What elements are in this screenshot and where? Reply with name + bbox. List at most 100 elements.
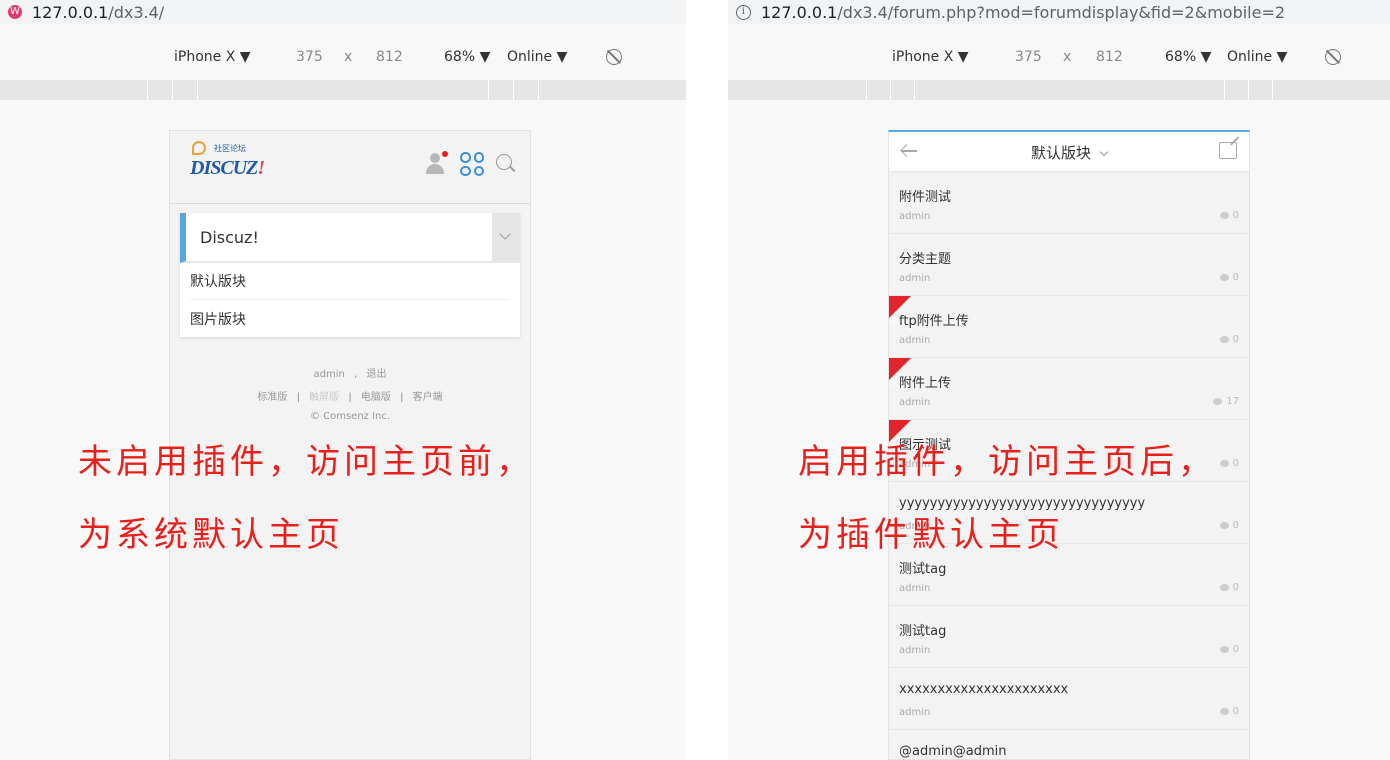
annotation-after-line2: 为插件默认主页 bbox=[798, 515, 1064, 555]
thread-reply-count: 0 bbox=[1219, 458, 1239, 469]
footer-user-line: admin , 退出 bbox=[313, 369, 387, 380]
thread-author[interactable]: admin bbox=[899, 211, 930, 222]
forum-group-label: Discuz! bbox=[200, 227, 259, 247]
thread-row[interactable]: xxxxxxxxxxxxxxxxxxxxxx admin 0 bbox=[889, 668, 1249, 730]
address-bar-right[interactable]: i 127.0.0.1/dx3.4/forum.php?mod=forumdis… bbox=[728, 0, 1390, 24]
url-path: /dx3.4/ bbox=[108, 2, 165, 22]
thread-row[interactable]: 分类主题 admin 0 bbox=[889, 234, 1249, 296]
thread-title[interactable]: 分类主题 bbox=[899, 248, 951, 267]
link-client[interactable]: 客户端 bbox=[413, 392, 443, 403]
thread-author[interactable]: admin bbox=[899, 583, 930, 594]
device-toolbar-right: iPhone X ▼ 375 x 812 68% ▼ Online ▼ bbox=[728, 40, 1390, 74]
footer-username[interactable]: admin bbox=[314, 369, 345, 380]
menu-item-image-forum[interactable]: 图片版块 bbox=[190, 300, 510, 337]
dimension-x: x bbox=[1063, 49, 1072, 65]
logo-en-text: DISCUZ! bbox=[190, 157, 265, 179]
dimension-x: x bbox=[344, 49, 353, 65]
device-width[interactable]: 375 bbox=[296, 49, 323, 65]
comment-icon bbox=[1219, 336, 1229, 343]
device-select[interactable]: iPhone X ▼ bbox=[892, 49, 969, 65]
address-bar-left[interactable]: W 127.0.0.1/dx3.4/ bbox=[0, 0, 686, 24]
thread-author[interactable]: admin bbox=[899, 273, 930, 284]
thread-title[interactable]: 附件测试 bbox=[899, 186, 951, 205]
thread-author[interactable]: admin bbox=[899, 397, 930, 408]
url-host: 127.0.0.1 bbox=[761, 2, 838, 22]
new-post-edit-icon[interactable] bbox=[1219, 142, 1237, 159]
zoom-select[interactable]: 68% ▼ bbox=[1165, 49, 1211, 65]
device-select[interactable]: iPhone X ▼ bbox=[174, 49, 251, 65]
right-browser-pane: i 127.0.0.1/dx3.4/forum.php?mod=forumdis… bbox=[728, 0, 1390, 760]
comment-icon bbox=[1219, 522, 1229, 529]
device-toolbar-left: iPhone X ▼ 375 x 812 68% ▼ Online ▼ bbox=[0, 40, 686, 74]
forum-title[interactable]: 默认版块 bbox=[889, 142, 1249, 163]
thread-reply-count: 0 bbox=[1219, 520, 1239, 531]
thread-title[interactable]: 测试tag bbox=[899, 620, 946, 639]
forum-topbar: 默认版块 bbox=[889, 132, 1249, 172]
forum-dropdown-menu: Discuz! 默认版块 图片版块 bbox=[180, 213, 520, 337]
url-host: 127.0.0.1 bbox=[32, 2, 109, 22]
thread-row[interactable]: 附件测试 admin 0 bbox=[889, 172, 1249, 234]
footer-version-links: 标准版 | 触屏版 | 电脑版 | 客户端 bbox=[257, 392, 443, 403]
thread-title[interactable]: xxxxxxxxxxxxxxxxxxxxxx bbox=[899, 682, 1068, 697]
thread-title[interactable]: 附件上传 bbox=[899, 372, 951, 391]
link-standard[interactable]: 标准版 bbox=[257, 392, 287, 403]
thread-reply-count: 0 bbox=[1219, 272, 1239, 283]
thread-author[interactable]: admin bbox=[899, 645, 930, 656]
comment-icon bbox=[1219, 460, 1229, 467]
left-browser-pane: W 127.0.0.1/dx3.4/ iPhone X ▼ 375 x 812 … bbox=[0, 0, 686, 760]
network-select[interactable]: Online ▼ bbox=[1227, 49, 1287, 65]
thread-title[interactable]: yyyyyyyyyyyyyyyyyyyyyyyyyyyyyyyy bbox=[899, 496, 1145, 511]
footer-copyright: © Comsenz Inc. bbox=[309, 411, 391, 422]
discuz-logo[interactable]: 社区论坛 DISCUZ! bbox=[188, 141, 278, 181]
thread-reply-count: 0 bbox=[1219, 334, 1239, 345]
thread-title[interactable]: @admin@admin bbox=[899, 744, 1006, 759]
device-width[interactable]: 375 bbox=[1015, 49, 1042, 65]
comment-icon bbox=[1219, 708, 1229, 715]
header-divider bbox=[170, 203, 530, 204]
thread-reply-count: 0 bbox=[1219, 582, 1239, 593]
site-favicon-icon: W bbox=[8, 5, 22, 19]
thread-row[interactable]: 图 ftp附件上传 admin 0 bbox=[889, 296, 1249, 358]
search-icon[interactable] bbox=[496, 154, 516, 174]
network-select[interactable]: Online ▼ bbox=[507, 49, 567, 65]
thread-row[interactable]: @admin@admin bbox=[889, 730, 1249, 760]
rotate-icon[interactable] bbox=[606, 49, 622, 65]
media-query-ruler[interactable] bbox=[0, 80, 686, 100]
thread-title[interactable]: ftp附件上传 bbox=[899, 310, 969, 329]
link-touch[interactable]: 触屏版 bbox=[309, 392, 339, 403]
menu-item-default-forum[interactable]: 默认版块 bbox=[190, 263, 510, 300]
pane-gap bbox=[686, 0, 728, 760]
forum-grid-icon[interactable] bbox=[460, 152, 484, 176]
user-icon[interactable] bbox=[424, 151, 448, 177]
comment-icon bbox=[1213, 398, 1223, 405]
comment-icon bbox=[1219, 274, 1229, 281]
url-path: /dx3.4/forum.php?mod=forumdisplay&fid=2&… bbox=[837, 2, 1286, 22]
forum-group-select[interactable]: Discuz! bbox=[180, 213, 520, 263]
header-icons bbox=[424, 151, 516, 177]
thread-author[interactable]: admin bbox=[899, 707, 930, 718]
media-query-ruler[interactable] bbox=[728, 80, 1390, 100]
link-desktop[interactable]: 电脑版 bbox=[361, 392, 391, 403]
thread-row[interactable]: 图附件上传 admin 17 bbox=[889, 358, 1249, 420]
device-height[interactable]: 812 bbox=[376, 49, 403, 65]
thread-reply-count: 0 bbox=[1219, 644, 1239, 655]
annotation-before-line1: 未启用插件，访问主页前， bbox=[78, 442, 534, 482]
dropdown-toggle[interactable] bbox=[492, 213, 520, 261]
logout-link[interactable]: 退出 bbox=[366, 369, 386, 380]
annotation-before-line2: 为系统默认主页 bbox=[78, 515, 344, 555]
chevron-down-icon bbox=[499, 228, 511, 240]
thread-title[interactable]: 测试tag bbox=[899, 558, 946, 577]
comment-icon bbox=[1219, 646, 1229, 653]
comment-icon bbox=[1219, 212, 1229, 219]
thread-row[interactable]: 测试tag admin 0 bbox=[889, 606, 1249, 668]
zoom-select[interactable]: 68% ▼ bbox=[444, 49, 490, 65]
thread-author[interactable]: admin bbox=[899, 335, 930, 346]
rotate-icon[interactable] bbox=[1325, 49, 1341, 65]
comment-icon bbox=[1219, 584, 1229, 591]
info-icon[interactable]: i bbox=[736, 4, 751, 20]
chevron-down-icon bbox=[1099, 147, 1109, 157]
thread-reply-count: 0 bbox=[1219, 706, 1239, 717]
device-height[interactable]: 812 bbox=[1096, 49, 1123, 65]
logo-cn-text: 社区论坛 bbox=[214, 144, 246, 153]
logo-bubble-icon bbox=[192, 141, 206, 155]
